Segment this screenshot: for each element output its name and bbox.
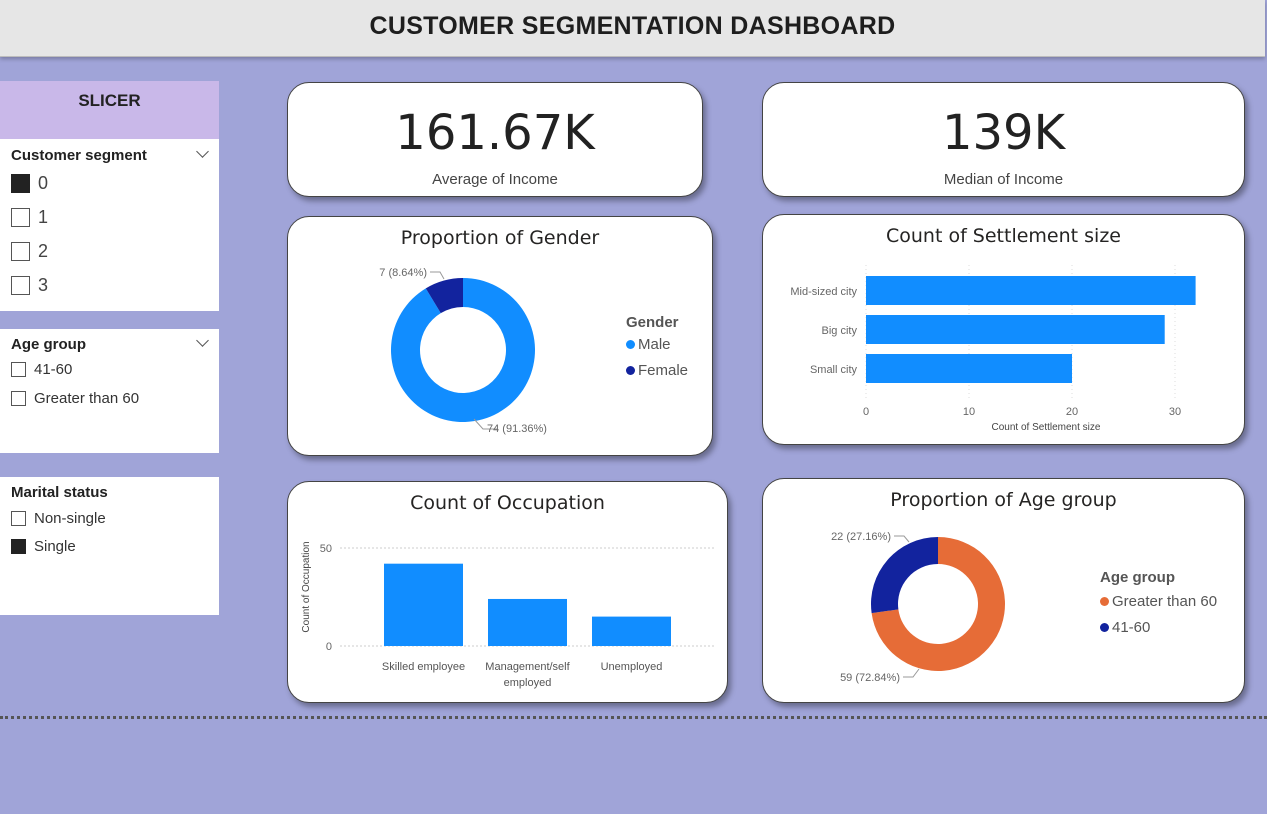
gender-chart-card: Proportion of Gender 74 (91.36%) 7 (8.64%… — [287, 216, 713, 456]
legend-dot — [1100, 597, 1109, 606]
x-category-label: Skilled employee — [382, 661, 465, 673]
legend-label: 41-60 — [1112, 619, 1151, 636]
data-label: 74 (91.36%) — [487, 423, 547, 435]
y-axis-title: Count of Occupation — [301, 541, 312, 632]
legend-label: Greater than 60 — [1112, 593, 1218, 610]
donut-slice-41-60 — [871, 537, 938, 614]
x-axis-title: Count of Settlement size — [992, 422, 1101, 433]
segment-option-3[interactable]: 3 — [11, 275, 48, 296]
age-group-chart-card: Proportion of Age group 59 (72.84%) 22 (2… — [762, 478, 1245, 703]
bar-management-self-employed — [488, 598, 567, 646]
segment-option-0[interactable]: 0 — [11, 173, 48, 194]
marital-option-label: Non-single — [34, 510, 106, 527]
segment-option-1[interactable]: 1 — [11, 207, 48, 228]
average-income-value: 161.67K — [395, 105, 595, 161]
checkbox[interactable] — [11, 539, 26, 554]
occupation-chart-card: Count of Occupation 50 0 Count of Occupati… — [287, 481, 728, 703]
slicer-title: SLICER — [78, 91, 141, 110]
age-option-label: Greater than 60 — [34, 390, 140, 407]
bar-mid-sized-city — [866, 276, 1196, 305]
x-tick-label: 0 — [863, 406, 869, 418]
average-income-card: 161.67K Average of Income — [287, 82, 703, 197]
checkbox[interactable] — [11, 174, 30, 193]
chevron-down-icon[interactable] — [196, 334, 209, 347]
dotted-divider — [0, 716, 1267, 719]
checkbox[interactable] — [11, 276, 30, 295]
data-label-leader — [894, 535, 910, 543]
legend-item-female[interactable]: Female — [626, 362, 688, 379]
x-category-label: Unemployed — [601, 661, 663, 673]
dashboard-title: CUSTOMER SEGMENTATION DASHBOARD — [369, 12, 896, 40]
age-group-slicer: Age group 41-60 Greater than 60 — [0, 329, 219, 453]
checkbox[interactable] — [11, 362, 26, 377]
checkbox[interactable] — [11, 242, 30, 261]
legend-dot — [1100, 623, 1109, 632]
data-label: 59 (72.84%) — [840, 672, 900, 684]
median-income-label: Median of Income — [943, 171, 1064, 188]
marital-status-slicer: Marital status Non-single Single — [0, 477, 219, 615]
slicer-header: SLICER — [0, 81, 219, 139]
age-group-legend: Age group Greater than 60 41-60 — [1100, 569, 1217, 636]
age-group-title: Age group — [11, 336, 86, 353]
age-option-greater-than-60[interactable]: Greater than 60 — [11, 390, 139, 407]
customer-segment-title: Customer segment — [11, 147, 147, 164]
y-category-label: Mid-sized city — [790, 286, 857, 298]
settlement-bar-chart: 0 10 20 30 Mid-sized city Big city Small city C… — [790, 265, 1196, 433]
bar-small-city — [866, 354, 1072, 383]
legend-title: Age group — [1100, 569, 1175, 586]
customer-segment-slicer: Customer segment 0 1 2 3 — [0, 139, 219, 311]
segment-option-label: 0 — [38, 173, 49, 193]
marital-option-label: Single — [34, 538, 76, 555]
data-label: 22 (27.16%) — [831, 531, 891, 543]
bar-skilled-employee — [384, 563, 463, 646]
checkbox[interactable] — [11, 208, 30, 227]
age-option-label: 41-60 — [34, 361, 73, 378]
legend-item-greater-than-60[interactable]: Greater than 60 — [1100, 593, 1217, 610]
data-label-leader — [430, 271, 445, 280]
legend-dot — [626, 366, 635, 375]
average-income-label: Average of Income — [432, 171, 558, 188]
x-category-label: Management/self — [485, 661, 570, 673]
data-label: 7 (8.64%) — [379, 267, 427, 279]
legend-item-male[interactable]: Male — [626, 336, 688, 353]
x-tick-label: 20 — [1066, 406, 1078, 418]
x-category-label: employed — [504, 677, 552, 689]
data-label-leader — [903, 668, 920, 678]
legend-label: Male — [638, 336, 671, 353]
y-tick-label: 0 — [326, 641, 332, 653]
legend-item-41-60[interactable]: 41-60 — [1100, 619, 1217, 636]
legend-dot — [626, 340, 635, 349]
bar-big-city — [866, 315, 1165, 344]
checkbox[interactable] — [11, 391, 26, 406]
occupation-bar-chart: 50 0 Count of Occupation Skilled employee Ma… — [301, 541, 716, 689]
title-bar: CUSTOMER SEGMENTATION DASHBOARD — [0, 0, 1265, 57]
checkbox[interactable] — [11, 511, 26, 526]
segment-option-label: 3 — [38, 275, 49, 295]
marital-option-single[interactable]: Single — [11, 538, 76, 555]
marital-status-title: Marital status — [11, 484, 108, 501]
segment-option-label: 2 — [38, 241, 49, 261]
legend-title: Gender — [626, 314, 679, 331]
y-tick-label: 50 — [320, 543, 332, 555]
x-tick-label: 30 — [1169, 406, 1181, 418]
gender-legend: Gender Male Female — [626, 314, 688, 379]
age-option-41-60[interactable]: 41-60 — [11, 361, 72, 378]
median-income-card: 139K Median of Income — [762, 82, 1245, 197]
segment-option-label: 1 — [38, 207, 49, 227]
y-category-label: Big city — [822, 325, 858, 337]
legend-label: Female — [638, 362, 689, 379]
y-category-label: Small city — [810, 364, 858, 376]
segment-option-2[interactable]: 2 — [11, 241, 48, 262]
chevron-down-icon[interactable] — [196, 145, 209, 158]
x-tick-label: 10 — [963, 406, 975, 418]
marital-option-non-single[interactable]: Non-single — [11, 510, 106, 527]
bar-unemployed — [592, 616, 671, 646]
settlement-chart-card: Count of Settlement size 0 10 20 30 Mid-size… — [762, 214, 1245, 445]
median-income-value: 139K — [941, 105, 1066, 161]
